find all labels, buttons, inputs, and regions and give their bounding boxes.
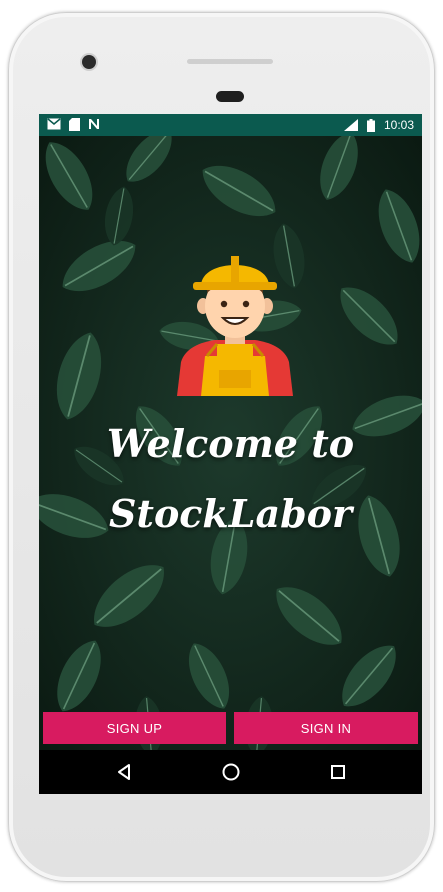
status-time: 10:03 [383, 118, 414, 132]
n-icon [87, 117, 101, 131]
back-icon[interactable] [112, 760, 136, 784]
speaker-grille [187, 59, 273, 64]
navigation-bar [39, 750, 422, 794]
signal-icon [343, 118, 358, 132]
recents-icon[interactable] [326, 760, 350, 784]
home-icon[interactable] [219, 760, 243, 784]
welcome-screen: Welcome to StockLabor SIGN UP SIGN IN [39, 136, 422, 750]
sd-card-icon [67, 117, 81, 131]
gmail-icon [47, 117, 61, 131]
earpiece [216, 91, 244, 102]
app-name-heading: StockLabor [108, 491, 353, 536]
status-bar: 10:03 [39, 114, 422, 136]
welcome-heading: Welcome to [106, 421, 355, 466]
screen: 10:03 Welcome to StockLabor SIGN UP SIGN… [39, 114, 422, 794]
sign-in-button[interactable]: SIGN IN [234, 712, 418, 744]
worker-mascot-icon [177, 256, 293, 396]
sign-up-button[interactable]: SIGN UP [43, 712, 226, 744]
front-camera [82, 55, 96, 69]
battery-icon [364, 118, 378, 132]
phone-frame: 10:03 Welcome to StockLabor SIGN UP SIGN… [8, 12, 435, 882]
